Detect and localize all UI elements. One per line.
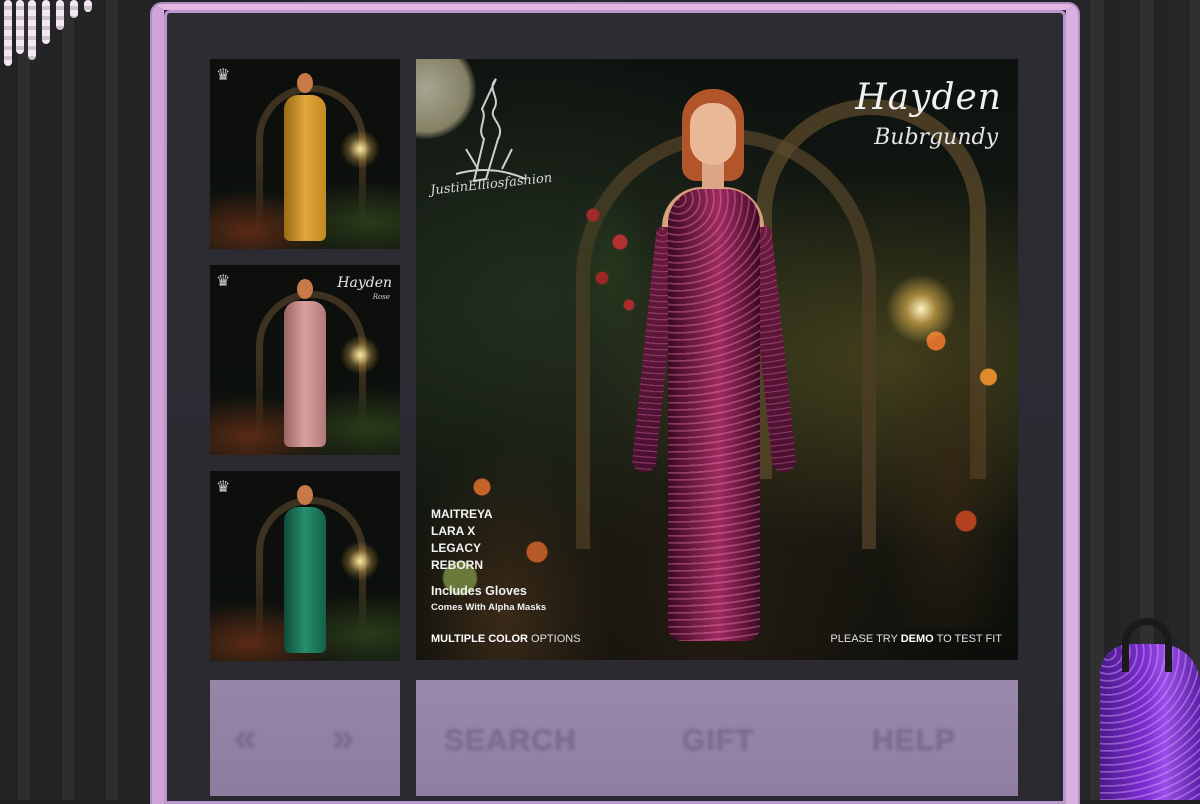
model-figure [284, 485, 326, 655]
color-options-note: MULTIPLE COLOR OPTIONS [431, 633, 581, 645]
displayed-purple-dress[interactable] [1100, 618, 1200, 800]
brand-logo-icon: ♛ [216, 479, 231, 496]
product-color-name: Bubrgundy [874, 125, 998, 150]
thumbnail-emerald[interactable]: ♛ [210, 471, 400, 661]
thumbnail-gold[interactable]: ♛ [210, 59, 400, 249]
model-figure [630, 89, 798, 659]
previous-page-button[interactable]: « [234, 716, 257, 761]
main-product-ad[interactable]: JustinElliosfashion Hayden Bubrgundy MAI… [416, 59, 1018, 660]
next-page-button[interactable]: » [332, 716, 355, 761]
command-panel: SEARCH GIFT HELP [416, 680, 1018, 796]
thumbnail-rose[interactable]: ♛ Hayden Rose [210, 265, 400, 455]
includes-gloves-note: Includes Gloves [431, 584, 527, 598]
thumbnail-subtitle: Rose [372, 293, 390, 301]
alpha-masks-note: Comes With Alpha Masks [431, 602, 547, 613]
curtain-left [0, 0, 150, 800]
burgundy-gown [668, 189, 760, 641]
body-reborn: REBORN [431, 558, 484, 572]
navigation-panel: « » [210, 680, 400, 796]
product-title: Hayden [855, 77, 1002, 118]
body-legacy: LEGACY [431, 541, 482, 555]
brand-logo-icon: ♛ [216, 67, 231, 84]
thumbnail-title: Hayden [337, 275, 392, 291]
model-figure [284, 73, 326, 243]
search-button[interactable]: SEARCH [444, 724, 577, 758]
gift-button[interactable]: GIFT [682, 724, 754, 758]
brand-logo-icon: ♛ [216, 273, 231, 290]
model-figure [284, 279, 326, 449]
body-maitreya: MAITREYA [431, 507, 493, 521]
demo-note: PLEASE TRY DEMO TO TEST FIT [830, 633, 1002, 645]
chandelier [0, 0, 100, 70]
lamp-glow [886, 274, 956, 344]
supported-bodies-list: MAITREYA LARA X LEGACY REBORN [431, 506, 493, 574]
body-lara-x: LARA X [431, 524, 476, 538]
help-button[interactable]: HELP [872, 724, 956, 758]
